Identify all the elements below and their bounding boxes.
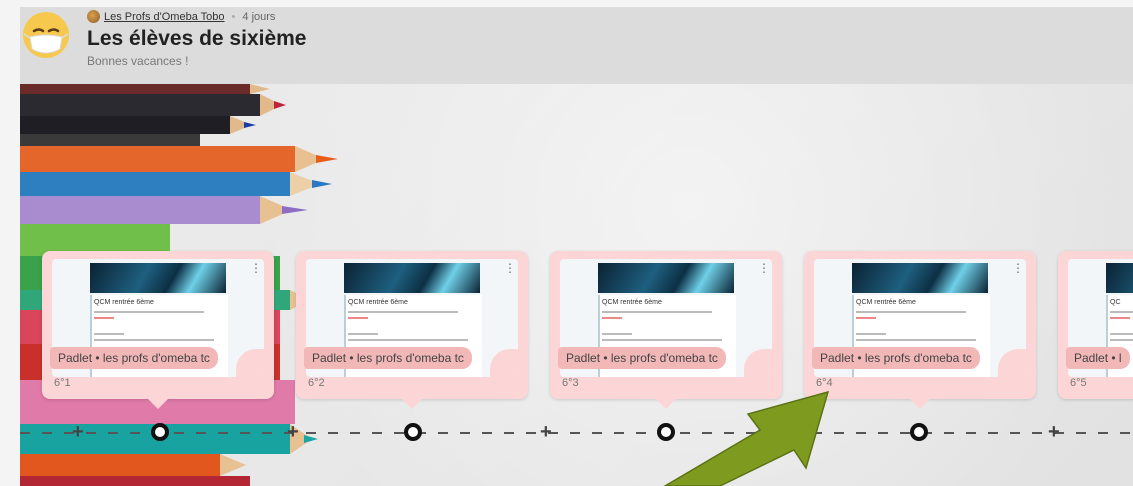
preview-text-line (1110, 339, 1133, 341)
timeline-card[interactable]: QC ⋮ Padlet • l 6°5 (1058, 251, 1133, 399)
meta-separator: • (231, 10, 236, 23)
preview-text-line (1110, 311, 1133, 313)
preview-text-line (94, 333, 124, 335)
preview-text-line (94, 339, 214, 341)
timeline-card[interactable]: QCM rentrée 6ème ⋮ Padlet • les profs d'… (550, 251, 782, 409)
time-ago: 4 jours (242, 10, 276, 23)
timeline-add-icon[interactable]: + (287, 420, 299, 444)
card-fold (998, 349, 1026, 377)
author-avatar (87, 10, 100, 23)
timeline-node[interactable] (151, 423, 169, 441)
preview-text-line (602, 311, 712, 313)
more-vert-icon[interactable]: ⋮ (1012, 261, 1024, 275)
board-title: Les élèves de sixième (87, 27, 307, 50)
preview-form-title: QCM rentrée 6ème (602, 299, 662, 306)
post-meta: Les Profs d'Omeba Tobo • 4 jours (87, 10, 275, 23)
board-header: Les Profs d'Omeba Tobo • 4 jours Les élè… (20, 7, 1133, 84)
preview-banner-image (598, 263, 734, 293)
preview-banner-image (852, 263, 988, 293)
timeline-node[interactable] (404, 423, 422, 441)
preview-form-title: QC (1110, 299, 1121, 306)
more-vert-icon[interactable]: ⋮ (504, 261, 516, 275)
timeline-add-icon[interactable]: + (72, 420, 84, 444)
preview-text-line (602, 339, 722, 341)
card-source-tag[interactable]: Padlet • l (1066, 347, 1130, 369)
card-source-tag[interactable]: Padlet • les profs d'omeba tc (304, 347, 472, 369)
more-vert-icon[interactable]: ⋮ (250, 261, 262, 275)
preview-required-line (1110, 317, 1130, 319)
preview-text-line (1110, 333, 1133, 335)
card-caption: 6°2 (308, 377, 325, 389)
preview-form-title: QCM rentrée 6ème (856, 299, 916, 306)
card-pointer (402, 399, 422, 409)
card-source-tag[interactable]: Padlet • les profs d'omeba tc (812, 347, 980, 369)
timeline-card[interactable]: QCM rentrée 6ème ⋮ Padlet • les profs d'… (42, 251, 274, 409)
preview-banner-image (90, 263, 226, 293)
preview-text-line (856, 311, 966, 313)
preview-required-line (94, 317, 114, 319)
timeline-add-icon[interactable]: + (540, 420, 552, 444)
preview-text-line (348, 311, 458, 313)
preview-text-line (348, 339, 468, 341)
preview-required-line (856, 317, 876, 319)
card-caption: 6°1 (54, 377, 71, 389)
preview-text-line (348, 333, 378, 335)
card-source-tag[interactable]: Padlet • les profs d'omeba tc (558, 347, 726, 369)
preview-banner-image (1106, 263, 1133, 293)
card-pointer (910, 399, 930, 409)
board-subtitle: Bonnes vacances ! (87, 54, 189, 68)
timeline-node[interactable] (910, 423, 928, 441)
preview-text-line (856, 333, 886, 335)
timeline-card[interactable]: QCM rentrée 6ème ⋮ Padlet • les profs d'… (296, 251, 528, 409)
preview-text-line (602, 333, 632, 335)
preview-text-line (856, 339, 976, 341)
card-pointer (656, 399, 676, 409)
board-canvas: + + + + QCM rentrée 6ème ⋮ Padlet • les pro… (20, 84, 1133, 486)
preview-form-title: QCM rentrée 6ème (94, 299, 154, 306)
preview-required-line (602, 317, 622, 319)
timeline-line (20, 432, 1133, 434)
preview-text-line (94, 311, 204, 313)
card-caption: 6°5 (1070, 377, 1087, 389)
card-fold (744, 349, 772, 377)
card-fold (236, 349, 264, 377)
timeline-node[interactable] (657, 423, 675, 441)
card-caption: 6°3 (562, 377, 579, 389)
preview-required-line (348, 317, 368, 319)
author-link[interactable]: Les Profs d'Omeba Tobo (104, 11, 225, 23)
card-caption: 6°4 (816, 377, 833, 389)
card-source-tag[interactable]: Padlet • les profs d'omeba tc (50, 347, 218, 369)
card-pointer (148, 399, 168, 409)
more-vert-icon[interactable]: ⋮ (758, 261, 770, 275)
preview-form-title: QCM rentrée 6ème (348, 299, 408, 306)
card-fold (490, 349, 518, 377)
timeline-add-icon[interactable]: + (1048, 420, 1060, 444)
padlet-frame: Les Profs d'Omeba Tobo • 4 jours Les élè… (20, 7, 1133, 486)
masked-face-icon (23, 12, 69, 58)
timeline-card[interactable]: QCM rentrée 6ème ⋮ Padlet • les profs d'… (804, 251, 1036, 409)
preview-banner-image (344, 263, 480, 293)
